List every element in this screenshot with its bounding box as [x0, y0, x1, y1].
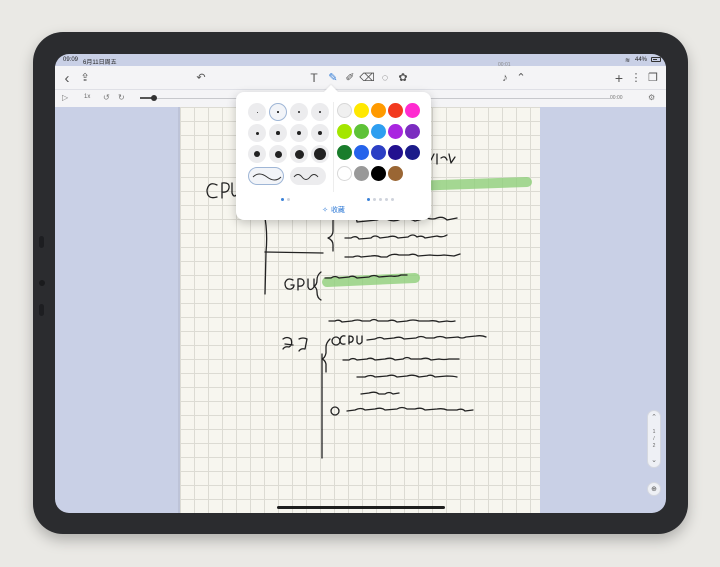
size-page-dots	[281, 198, 290, 201]
color-swatch[interactable]	[337, 166, 352, 181]
favorites-icon: ✧	[322, 207, 328, 214]
page-dot[interactable]	[385, 198, 388, 201]
color-swatch[interactable]	[337, 124, 352, 139]
pen-size-option[interactable]	[269, 103, 287, 121]
favorites-button[interactable]: ✧ 收藏	[236, 205, 431, 215]
pen-size-option[interactable]	[311, 103, 329, 121]
color-swatch[interactable]	[388, 124, 403, 139]
favorites-label: 收藏	[330, 207, 345, 214]
page-dot[interactable]	[281, 198, 284, 201]
pen-size-option[interactable]	[290, 145, 308, 163]
camera	[39, 280, 45, 286]
zoom-icon[interactable]: ⊕	[647, 482, 661, 496]
color-swatch[interactable]	[405, 124, 420, 139]
page-dot[interactable]	[367, 198, 370, 201]
color-swatch[interactable]	[371, 145, 386, 160]
page-dot[interactable]	[391, 198, 394, 201]
color-swatch[interactable]	[354, 145, 369, 160]
color-swatch[interactable]	[388, 145, 403, 160]
side-magnet	[39, 236, 44, 248]
color-swatch[interactable]	[371, 124, 386, 139]
page-current: 1	[652, 429, 656, 435]
pen-settings-popover: ✧ 收藏	[236, 84, 431, 220]
stroke-style-wave[interactable]	[290, 167, 326, 185]
page-dot[interactable]	[373, 198, 376, 201]
color-swatch[interactable]	[405, 103, 420, 118]
pen-size-option[interactable]	[248, 103, 266, 121]
pen-size-option[interactable]	[269, 124, 287, 142]
color-swatch[interactable]	[354, 166, 369, 181]
home-indicator	[277, 506, 445, 509]
color-page-dots	[367, 198, 394, 201]
side-magnet	[39, 304, 44, 316]
pen-size-option[interactable]	[248, 145, 266, 163]
pen-size-option[interactable]	[311, 124, 329, 142]
color-swatch[interactable]	[371, 166, 386, 181]
color-swatch[interactable]	[371, 103, 386, 118]
pen-size-option[interactable]	[269, 145, 287, 163]
page-down-icon[interactable]: ⌄	[648, 456, 660, 464]
color-swatch[interactable]	[354, 124, 369, 139]
app-screen: 09:09 6月11日周五 00:01 ≋ 44% ‹ ⇪ ↶ T ✎ ✐ ⌫ …	[55, 54, 666, 513]
stroke-style-smooth[interactable]	[248, 167, 284, 185]
color-swatch[interactable]	[405, 145, 420, 160]
color-swatch[interactable]	[388, 166, 403, 181]
pen-size-option[interactable]	[248, 124, 266, 142]
pen-size-option[interactable]	[290, 103, 308, 121]
color-swatch[interactable]	[337, 145, 352, 160]
page-dot[interactable]	[287, 198, 290, 201]
pen-size-option[interactable]	[290, 124, 308, 142]
color-swatch[interactable]	[337, 103, 352, 118]
color-swatch[interactable]	[354, 103, 369, 118]
color-swatch[interactable]	[388, 103, 403, 118]
page-dot[interactable]	[379, 198, 382, 201]
page-up-icon[interactable]: ⌃	[648, 413, 660, 421]
page-navigator[interactable]: ⌃ 1 / 2 ⌄	[647, 410, 661, 468]
pen-size-option[interactable]	[311, 145, 329, 163]
page-total: 2	[652, 443, 656, 449]
